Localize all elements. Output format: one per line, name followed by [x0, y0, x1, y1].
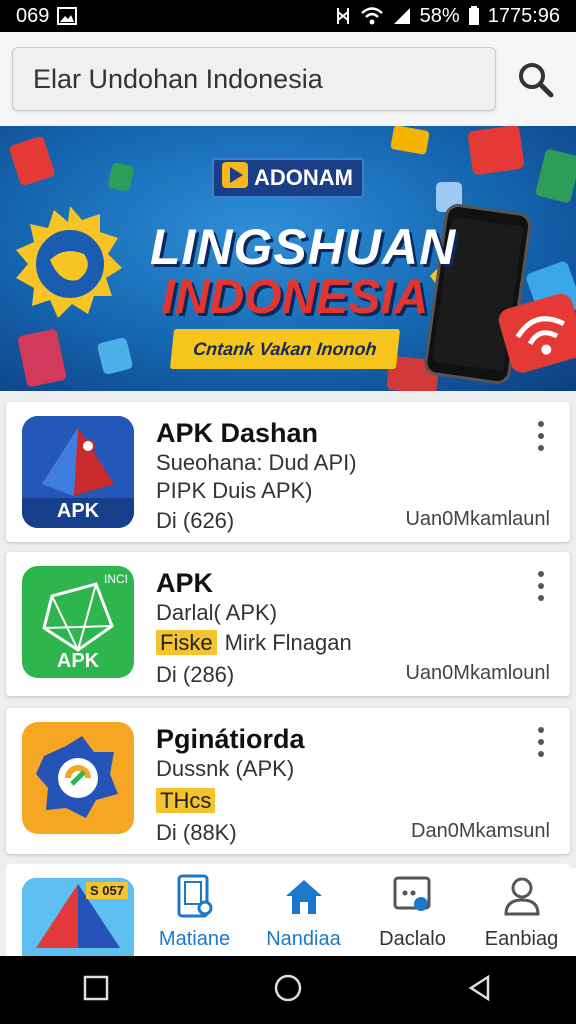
back-button[interactable] [466, 974, 494, 1007]
home-button[interactable] [273, 973, 303, 1008]
banner-brand-text: ADONAM [254, 165, 353, 190]
app-subtitle: Darlal( APK) [156, 600, 278, 625]
app-tag-text: Mirk Flnagan [224, 630, 352, 655]
pyramid-app-icon: S 057 [22, 878, 134, 956]
banner-title-line2: INDONESIA [161, 271, 429, 324]
app-icon-corner: INCI [104, 572, 128, 586]
search-input[interactable]: Elar Undohan Indonesia [12, 47, 496, 111]
status-time: 069 [16, 4, 50, 27]
more-options-button[interactable] [526, 568, 556, 604]
signal-icon [392, 6, 412, 26]
promo-banner[interactable]: ADONAM LINGSHUAN INDONESIA Cntank Vakan … [0, 126, 576, 391]
bottom-navigation: Matiane Nandiaa Daclalo Eanbiag [140, 868, 576, 956]
nav-item-daclalo[interactable]: Daclalo [360, 874, 465, 951]
nav-item-eanbiag[interactable]: Eanbiag [469, 874, 574, 951]
app-list-item[interactable]: INCI APK APK Darlal( APK) Fiske Mirk Flna… [6, 552, 570, 696]
app-developer: Uan0Mkamlaunl [405, 508, 550, 530]
data-saver-icon [334, 6, 352, 26]
nav-label: Matiane [158, 927, 231, 950]
chat-icon [391, 874, 435, 924]
app-tag: THcs [156, 788, 216, 813]
app-size: Di (286) [156, 662, 235, 687]
banner-ribbon: Cntank Vakan Inonoh [169, 329, 401, 369]
app-list-item[interactable]: APK APK Dashan Sueohana: Dud API) PIPK D… [6, 402, 570, 542]
search-button[interactable] [508, 54, 564, 110]
more-options-button[interactable] [526, 724, 556, 760]
apk-app-icon: INCI APK [22, 566, 134, 678]
app-developer: Uan0Mkamlounl [405, 662, 550, 684]
system-navigation-bar [0, 956, 576, 1024]
wifi-icon [360, 6, 384, 26]
app-icon-label: APK [56, 650, 100, 672]
nav-label: Daclalo [379, 927, 446, 950]
search-icon [516, 60, 556, 105]
app-icon-label: APK [56, 500, 100, 522]
battery-percent: 58% [419, 4, 460, 27]
app-subtitle: Sueohana: Dud API) [156, 450, 357, 475]
nav-label: Nandiaa [266, 927, 341, 950]
nav-item-matiane[interactable]: Matiane [142, 874, 247, 951]
image-notification-icon [57, 7, 78, 25]
banner-ribbon-text: Cntank Vakan Inonoh [192, 338, 378, 359]
person-icon [502, 874, 542, 924]
app-subtitle-2: PIPK Duis APK) [156, 478, 313, 503]
app-list-item[interactable]: Pginátiorda Dussnk (APK) THcs Di (88K) D… [6, 708, 570, 854]
banner-title-line1: LINGSHUAN [150, 219, 457, 275]
tablet-icon [175, 874, 215, 924]
app-title: APK Dashan [156, 418, 319, 448]
puzzle-app-icon [22, 722, 134, 834]
banner-brand-badge: ADONAM [212, 158, 364, 198]
app-title: APK [156, 568, 214, 598]
app-tag-row: Fiske Mirk Flnagan [156, 630, 352, 656]
app-tag: Fiske [156, 630, 217, 655]
search-input-text: Elar Undohan Indonesia [33, 63, 323, 94]
recents-button[interactable] [82, 974, 110, 1007]
nav-label: Eanbiag [484, 927, 559, 950]
nav-item-nandiaa[interactable]: Nandiaa [251, 874, 356, 951]
app-subtitle: Dussnk (APK) [156, 756, 295, 781]
status-bar: 069 58% 1775:96 [0, 0, 576, 32]
apk-app-icon: APK [22, 416, 134, 528]
app-title: Pginátiorda [156, 724, 305, 754]
app-badge: S 057 [86, 882, 128, 899]
app-tag-row: THcs [156, 788, 223, 814]
app-developer: Dan0Mkamsunl [411, 820, 550, 842]
play-icon [222, 162, 248, 194]
more-options-button[interactable] [526, 418, 556, 454]
battery-icon [468, 6, 480, 26]
search-bar: Elar Undohan Indonesia [0, 32, 576, 126]
app-size: Di (88K) [156, 820, 237, 845]
app-size: Di (626) [156, 508, 235, 533]
home-icon [282, 874, 326, 924]
status-clock: 1775:96 [487, 4, 560, 27]
